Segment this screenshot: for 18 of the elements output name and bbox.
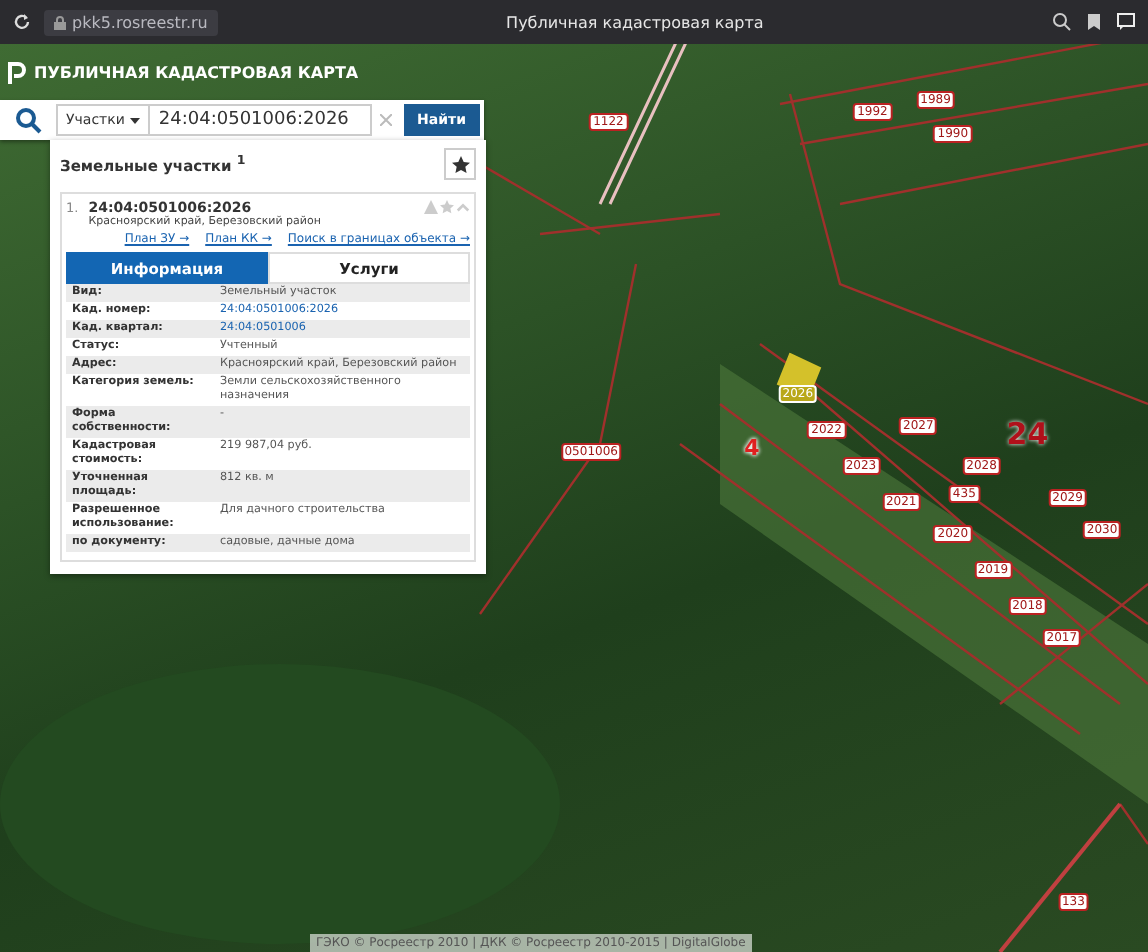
map-label: 4 <box>744 435 760 462</box>
map-label: 24 <box>1006 416 1049 453</box>
search-icon[interactable] <box>14 106 42 134</box>
logo-icon <box>8 62 26 84</box>
star-icon <box>451 155 469 173</box>
favorite-button[interactable] <box>444 148 476 180</box>
caret-icon <box>130 117 141 123</box>
page-title: Публичная кадастровая карта <box>504 13 766 31</box>
search-field[interactable]: 24:04:0501006:2026 <box>150 104 372 136</box>
star-icon[interactable] <box>440 200 454 214</box>
reload-icon[interactable] <box>12 12 32 32</box>
chat-icon[interactable] <box>1116 12 1136 32</box>
search-icon[interactable] <box>1052 12 1072 32</box>
address-bar[interactable]: pkk5.rosreestr.ru <box>44 9 218 35</box>
site-title: ПУБЛИЧНАЯ КАДАСТРОВАЯ КАРТА <box>34 64 359 82</box>
lock-icon <box>54 15 66 29</box>
url-text: pkk5.rosreestr.ru <box>72 13 208 31</box>
bookmark-icon[interactable] <box>1084 12 1104 32</box>
